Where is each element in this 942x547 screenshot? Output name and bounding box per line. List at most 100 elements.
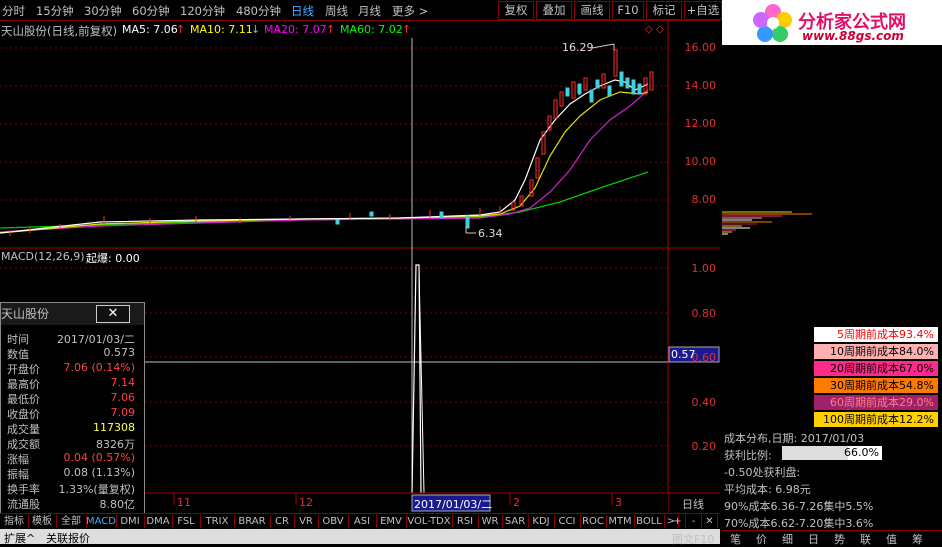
macd-tick: 0.80 xyxy=(691,307,717,320)
indicator-tab[interactable]: VR xyxy=(294,515,319,528)
data-row-key: 换手率 xyxy=(7,483,40,496)
price-tick: 12.00 xyxy=(684,117,717,130)
right-tab[interactable]: 筹 xyxy=(912,531,923,547)
overlay-button[interactable]: 叠加 xyxy=(536,1,572,20)
indicator-tab[interactable]: SAR xyxy=(502,515,529,528)
svg-text:◇: ◇ xyxy=(656,24,664,35)
indicator-tab[interactable]: 指标 xyxy=(0,515,29,528)
indicator-tab[interactable]: ASI xyxy=(348,515,377,528)
indicator-tab[interactable]: VOL-TDX xyxy=(406,515,453,528)
cursor-date-label: 2017/01/03/二 xyxy=(414,498,493,511)
data-row: 流通股 8.80亿 xyxy=(1,496,141,511)
cost-distribution-histogram xyxy=(722,211,812,235)
indicator-tab[interactable]: CCI xyxy=(554,515,581,528)
indicator-tab[interactable]: EMV xyxy=(376,515,407,528)
cursor-value-label: 0.57 xyxy=(671,348,696,361)
site-logo: 分析家公式网 www.88gs.com xyxy=(722,0,942,45)
cost-date-label: 成本分布,日期: 2017/01/03 xyxy=(724,432,865,445)
tab-control-button[interactable]: - xyxy=(686,515,702,528)
cost-legend-row: 10周期前成本84.0% xyxy=(814,344,938,359)
right-tab[interactable]: 细 xyxy=(782,531,793,547)
indicator-tab[interactable]: FSL xyxy=(172,515,201,528)
data-row-key: 最低价 xyxy=(7,393,40,406)
profit-ratio-label: 获利比例: xyxy=(724,449,772,462)
right-tab[interactable]: 价 xyxy=(756,531,767,547)
right-tab[interactable]: 日 xyxy=(808,531,819,547)
period-tab-monthly[interactable]: 月线 xyxy=(358,3,381,19)
period-tab-daily[interactable]: 日线 xyxy=(291,3,314,19)
right-tab[interactable]: 图文F10 xyxy=(672,531,714,547)
tab-control-button[interactable]: ✕ xyxy=(702,515,718,528)
date-tick: 12 xyxy=(299,496,313,509)
price-tick: 8.00 xyxy=(691,193,717,206)
right-tab[interactable]: 势 xyxy=(834,531,845,547)
data-row-key: 流通股 xyxy=(7,498,40,511)
date-tick: 2 xyxy=(513,496,520,509)
indicator-tab[interactable]: BOLL xyxy=(634,515,665,528)
svg-text:◇: ◇ xyxy=(645,24,653,35)
cost-range-90: 90%成本6.36-7.26集中5.5% xyxy=(724,500,874,513)
indicator-tab[interactable]: RSI xyxy=(452,515,479,528)
data-row-key: 收盘价 xyxy=(7,408,40,421)
data-row-value: 0.04 (0.57%) xyxy=(63,451,135,464)
date-tick: 3 xyxy=(615,496,622,509)
period-tab-120min[interactable]: 120分钟 xyxy=(180,3,225,19)
adjust-button[interactable]: 复权 xyxy=(498,1,534,20)
data-row-value: 117308 xyxy=(93,421,135,434)
price-tick: 10.00 xyxy=(684,155,717,168)
low-price-label: 6.34 xyxy=(478,227,503,240)
period-tab-60min[interactable]: 60分钟 xyxy=(132,3,170,19)
cost-range-70: 70%成本6.62-7.20集中3.6% xyxy=(724,517,874,530)
period-tab-480min[interactable]: 480分钟 xyxy=(236,3,281,19)
data-row-key: 时间 xyxy=(7,333,29,346)
macd-tick: 1.00 xyxy=(691,262,717,275)
macd-extra-label: 起爆: 0.00 xyxy=(86,252,140,265)
average-cost-label: 平均成本: 6.98元 xyxy=(724,483,811,496)
f10-button[interactable]: F10 xyxy=(612,1,644,20)
indicator-tab[interactable]: DMI xyxy=(116,515,145,528)
data-row-value: 0.08 (1.13%) xyxy=(63,466,135,479)
cost-legend-row: 100周期前成本12.2% xyxy=(814,412,938,427)
price-tick: 16.00 xyxy=(684,41,717,54)
period-tab-weekly[interactable]: 周线 xyxy=(325,3,348,19)
add-watchlist-button[interactable]: +自选 xyxy=(684,1,722,20)
data-row-value: 2017/01/03/二 xyxy=(56,333,135,346)
data-row: 开盘价 7.06 (0.14%) xyxy=(1,361,141,376)
data-row: 时间 2017/01/03/二 xyxy=(1,331,141,346)
price-tick: 14.00 xyxy=(684,79,717,92)
close-button[interactable]: ✕ xyxy=(96,305,130,323)
profit-ratio-value: 66.0% xyxy=(844,446,879,459)
indicator-tab[interactable]: KDJ xyxy=(528,515,555,528)
data-row: 成交额 8326万 xyxy=(1,436,141,451)
period-tab-30min[interactable]: 30分钟 xyxy=(84,3,122,19)
indicator-tab[interactable]: 全部 xyxy=(56,515,87,528)
period-tab-15min[interactable]: 15分钟 xyxy=(36,3,74,19)
indicator-tab[interactable]: MACD xyxy=(86,515,117,528)
data-row-value: 7.06 xyxy=(110,391,136,404)
indicator-tab[interactable]: TRIX xyxy=(200,515,235,528)
indicator-tab[interactable]: DMA xyxy=(144,515,173,528)
data-row-key: 振幅 xyxy=(7,468,29,481)
ma20-label: MA20: 7.07 xyxy=(264,23,327,36)
mark-button[interactable]: 标记 xyxy=(646,1,682,20)
ma10-arrow-icon: ↓ xyxy=(251,23,261,36)
right-tab[interactable]: 值 xyxy=(886,531,897,547)
indicator-tab[interactable]: ROC xyxy=(580,515,607,528)
tab-control-button[interactable]: + xyxy=(670,515,686,528)
right-tab[interactable]: 联 xyxy=(860,531,871,547)
indicator-tab[interactable]: WR xyxy=(478,515,503,528)
period-tab-intraday[interactable]: 分时 xyxy=(2,3,25,19)
data-window[interactable]: 天山股份 ✕ 时间 2017/01/03/二 数值 0.573 开盘价 7.06 (0.1… xyxy=(0,302,145,516)
indicator-tab[interactable]: 模板 xyxy=(28,515,57,528)
period-tab-more[interactable]: 更多 > xyxy=(392,3,428,19)
indicator-tabs: 指标 模板 全部 MACD DMI DMA FSL TRIX BRAR CR VR OBV ASI EMV… xyxy=(0,513,720,529)
indicator-tab[interactable]: CR xyxy=(270,515,295,528)
data-row-value: 8.80亿 xyxy=(99,498,136,511)
indicator-tab[interactable]: MTM xyxy=(606,515,635,528)
right-bottom-tabs: 图文F10 笔价细日势联值筹 xyxy=(672,530,942,547)
indicator-tab[interactable]: OBV xyxy=(318,515,349,528)
data-row: 换手率 1.33%(量复权) xyxy=(1,481,141,496)
indicator-tab[interactable]: BRAR xyxy=(234,515,271,528)
draw-line-button[interactable]: 画线 xyxy=(574,1,610,20)
right-tab[interactable]: 笔 xyxy=(730,531,741,547)
